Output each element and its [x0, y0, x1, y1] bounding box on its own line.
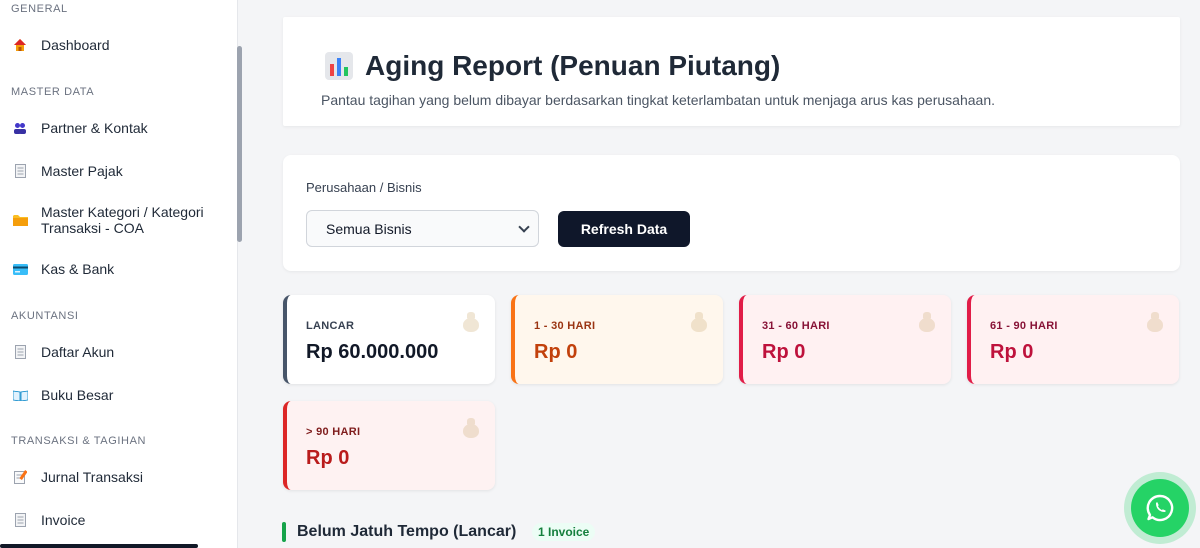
stat-value: Rp 0: [990, 341, 1034, 363]
stat-card: 31 - 60 HARI Rp 0: [739, 295, 951, 384]
page-subtitle: Pantau tagihan yang belum dibayar berdas…: [321, 92, 995, 108]
sidebar-item-kategori[interactable]: Master Kategori / Kategori Transaksi - C…: [0, 203, 232, 237]
document-icon: [12, 344, 28, 360]
section-title: Belum Jatuh Tempo (Lancar): [297, 523, 517, 540]
stat-value: Rp 0: [534, 341, 578, 363]
card-icon: [12, 261, 28, 277]
people-icon: [12, 120, 28, 136]
stat-label: 31 - 60 HARI: [762, 320, 830, 332]
bar-chart-icon: [325, 52, 353, 80]
document-icon: [12, 163, 28, 179]
sidebar-item-label: Jurnal Transaksi: [41, 469, 143, 485]
sidebar-item-label: Master Pajak: [41, 163, 123, 179]
sidebar-item-label: Kas & Bank: [41, 261, 115, 277]
house-icon: [12, 37, 28, 53]
page-title-text: Aging Report (Penuan Piutang): [365, 50, 781, 81]
sidebar-section-master-data: MASTER DATA: [11, 86, 95, 98]
section-heading-lancar: Belum Jatuh Tempo (Lancar): [282, 522, 516, 542]
stat-value: Rp 0: [762, 341, 806, 363]
money-bag-icon: [461, 417, 481, 439]
page-header: Aging Report (Penuan Piutang) Pantau tag…: [283, 17, 1180, 126]
folder-icon: [12, 212, 28, 228]
sidebar-section-general: GENERAL: [11, 3, 68, 15]
page-title: Aging Report (Penuan Piutang): [325, 50, 780, 82]
stat-label: LANCAR: [306, 320, 355, 332]
company-select-value: Semua Bisnis: [326, 220, 412, 237]
sidebar-item-kas-bank[interactable]: Kas & Bank: [0, 260, 232, 278]
money-bag-icon: [461, 311, 481, 333]
document-icon: [12, 512, 28, 528]
stat-value: Rp 60.000.000: [306, 341, 439, 363]
sidebar-active-indicator: [0, 544, 198, 548]
chevron-down-icon: [518, 221, 530, 233]
whatsapp-button[interactable]: [1124, 472, 1196, 544]
sidebar: GENERAL Dashboard MASTER DATA Partner & …: [0, 0, 238, 548]
stat-label: 1 - 30 HARI: [534, 320, 596, 332]
sidebar-scrollbar[interactable]: [237, 46, 242, 242]
sidebar-item-label: Buku Besar: [41, 387, 114, 403]
stat-label: 61 - 90 HARI: [990, 320, 1058, 332]
money-bag-icon: [1145, 311, 1165, 333]
sidebar-item-label: Dashboard: [41, 37, 110, 53]
sidebar-item-label: Invoice: [41, 512, 86, 528]
sidebar-item-invoice[interactable]: Invoice: [0, 511, 232, 529]
sidebar-section-transaksi: TRANSAKSI & TAGIHAN: [11, 435, 147, 447]
invoice-count-badge: 1 Invoice: [532, 523, 596, 541]
stat-card: 1 - 30 HARI Rp 0: [511, 295, 723, 384]
money-bag-icon: [689, 311, 709, 333]
memo-icon: [12, 469, 28, 485]
money-bag-icon: [917, 311, 937, 333]
whatsapp-icon-wrapper: [1131, 479, 1189, 537]
sidebar-item-dashboard[interactable]: Dashboard: [0, 36, 232, 54]
stat-value: Rp 0: [306, 447, 350, 469]
stat-card: 61 - 90 HARI Rp 0: [967, 295, 1179, 384]
book-icon: [12, 387, 28, 403]
section-accent-bar: [282, 522, 286, 542]
sidebar-item-daftar-akun[interactable]: Daftar Akun: [0, 343, 232, 361]
refresh-data-button[interactable]: Refresh Data: [558, 211, 690, 247]
company-filter-label: Perusahaan / Bisnis: [306, 180, 422, 195]
sidebar-item-label: Master Kategori / Kategori Transaksi - C…: [41, 204, 204, 236]
sidebar-section-akuntansi: AKUNTANSI: [11, 310, 79, 322]
sidebar-item-jurnal[interactable]: Jurnal Transaksi: [0, 468, 232, 486]
whatsapp-icon: [1146, 494, 1174, 522]
sidebar-item-label: Daftar Akun: [41, 344, 115, 360]
company-select[interactable]: Semua Bisnis: [306, 210, 539, 247]
sidebar-item-label: Partner & Kontak: [41, 120, 148, 136]
sidebar-item-partner[interactable]: Partner & Kontak: [0, 119, 232, 137]
stat-card: LANCAR Rp 60.000.000: [283, 295, 495, 384]
stat-label: > 90 HARI: [306, 426, 361, 438]
stat-card: > 90 HARI Rp 0: [283, 401, 495, 490]
sidebar-item-pajak[interactable]: Master Pajak: [0, 162, 232, 180]
filter-panel: Perusahaan / Bisnis Semua Bisnis Refresh…: [283, 155, 1180, 271]
sidebar-item-buku-besar[interactable]: Buku Besar: [0, 386, 232, 404]
